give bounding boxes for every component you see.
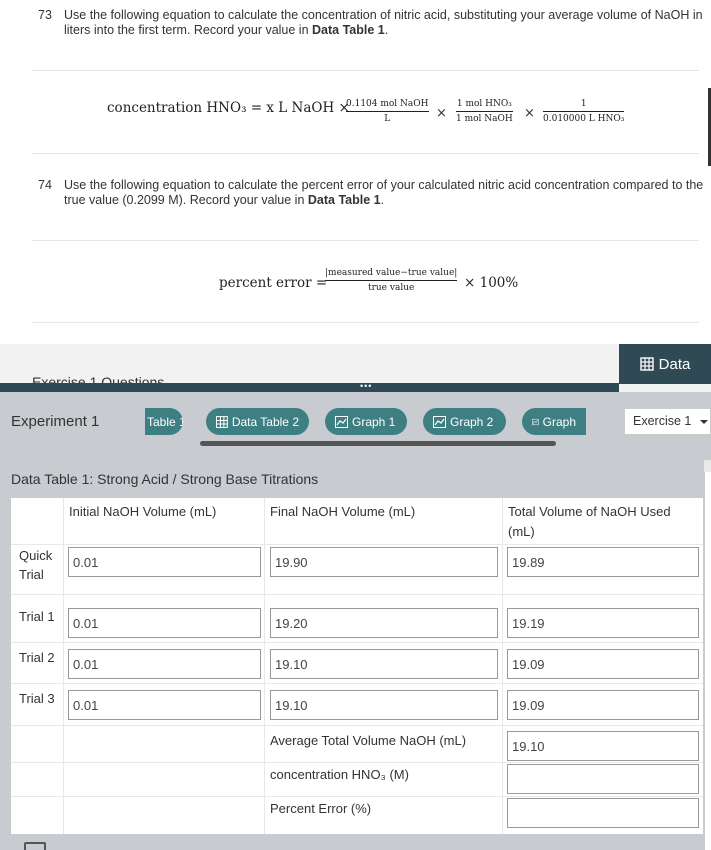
chart-icon [335, 415, 348, 428]
total-volume-input[interactable]: 19.89 [507, 547, 699, 577]
column-divider [502, 498, 503, 834]
initial-volume-input[interactable]: 0.01 [68, 690, 261, 720]
data-button-label: Data [658, 355, 691, 373]
initial-volume-input[interactable]: 0.01 [68, 608, 261, 638]
questions-panel: 73 Use the following equation to calcula… [0, 0, 711, 344]
average-volume-input[interactable]: 19.10 [507, 731, 699, 761]
row-divider [11, 544, 703, 545]
question-number: 74 [38, 178, 52, 192]
average-volume-label: Average Total Volume NaOH (mL) [270, 733, 467, 748]
row-label-trial-3: Trial 3 [19, 691, 55, 706]
row-divider [11, 642, 703, 643]
divider [32, 322, 699, 323]
panel-resize-handle[interactable]: ••• [0, 381, 619, 392]
table-scrollbar[interactable] [704, 460, 711, 850]
final-volume-input[interactable]: 19.10 [270, 649, 498, 679]
tabs-scrollbar[interactable] [200, 441, 556, 446]
tab-graph-3[interactable]: Graph [522, 408, 586, 435]
header-final-volume: Final NaOH Volume (mL) [270, 504, 416, 519]
row-divider [11, 796, 703, 797]
percent-error-rhs: × 100% [464, 275, 519, 291]
row-label-quick-trial: Quick Trial [19, 548, 53, 582]
percent-error-lhs: percent error = [219, 275, 328, 291]
fraction-mole-ratio: 1 mol HNO₃ 1 mol NaOH [456, 99, 513, 124]
total-volume-input[interactable]: 19.19 [507, 608, 699, 638]
row-label-trial-1: Trial 1 [19, 609, 55, 624]
tab-graph-1[interactable]: Graph 1 [325, 408, 407, 435]
total-volume-input[interactable]: 19.09 [507, 690, 699, 720]
header-initial-volume: Initial NaOH Volume (mL) [69, 504, 217, 519]
final-volume-input[interactable]: 19.90 [270, 547, 498, 577]
drag-handle-icon: ••• [360, 381, 373, 391]
fraction-naoh-molarity: 0.1104 mol NaOH L [346, 99, 429, 124]
row-divider [11, 725, 703, 726]
final-volume-input[interactable]: 19.20 [270, 608, 498, 638]
divider [32, 153, 699, 154]
tab-graph-2[interactable]: Graph 2 [423, 408, 506, 435]
concentration-input[interactable] [507, 764, 699, 794]
row-label-trial-2: Trial 2 [19, 650, 55, 665]
fraction-percent-error: |measured value−true value| true value [325, 268, 458, 293]
question-text: Use the following equation to calculate … [64, 178, 704, 207]
exercise-select[interactable]: Exercise 1 [624, 408, 711, 435]
data-table-area: Data Table 1: Strong Acid / Strong Base … [0, 450, 711, 850]
percent-error-input[interactable] [507, 798, 699, 828]
table-title: Data Table 1: Strong Acid / Strong Base … [11, 471, 319, 487]
percent-error-label: Percent Error (%) [270, 801, 372, 816]
tab-label: Data Table 2 [231, 414, 299, 429]
experiment-label: Experiment 1 [11, 413, 100, 430]
chevron-down-icon [700, 420, 708, 424]
table-icon [216, 415, 228, 428]
times-sign: × [436, 106, 447, 121]
initial-volume-input[interactable]: 0.01 [68, 649, 261, 679]
chart-icon [532, 418, 539, 425]
row-divider [11, 594, 703, 595]
column-divider [264, 498, 265, 834]
tab-data-table-1[interactable]: Table 1 [145, 408, 183, 435]
tabs-row: Experiment 1 Table 1 Data Table 2 Graph … [0, 392, 711, 450]
times-sign: × [524, 106, 535, 121]
row-divider [11, 762, 703, 763]
chart-icon [433, 415, 446, 428]
tab-data-table-2[interactable]: Data Table 2 [206, 408, 309, 435]
total-volume-input[interactable]: 19.09 [507, 649, 699, 679]
notes-icon[interactable] [24, 842, 46, 850]
column-divider [63, 498, 64, 834]
tab-label: Graph 1 [352, 414, 396, 429]
exercise-select-value: Exercise 1 [633, 414, 692, 428]
question-number: 73 [38, 8, 52, 22]
concentration-equation-lhs: concentration HNO₃ = x L NaOH × [107, 100, 350, 116]
header-total-volume: Total Volume of NaOH Used (mL) [508, 504, 671, 539]
tab-label: Graph 2 [450, 414, 494, 429]
question-text: Use the following equation to calculate … [64, 8, 703, 37]
row-divider [11, 683, 703, 684]
concentration-label: concentration HNO₃ (M) [270, 767, 409, 782]
initial-volume-input[interactable]: 0.01 [68, 547, 261, 577]
final-volume-input[interactable]: 19.10 [270, 690, 498, 720]
divider [32, 70, 699, 71]
data-button[interactable]: Data [619, 344, 711, 384]
scrollbar-thumb[interactable] [704, 472, 711, 850]
tab-label: Table 1 [147, 414, 183, 429]
data-table-1: Initial NaOH Volume (mL) Final NaOH Volu… [11, 498, 703, 834]
divider [32, 240, 699, 241]
fraction-acid-volume: 1 0.010000 L HNO₃ [543, 99, 625, 124]
table-icon [639, 357, 654, 371]
tab-label: Graph [542, 414, 576, 429]
